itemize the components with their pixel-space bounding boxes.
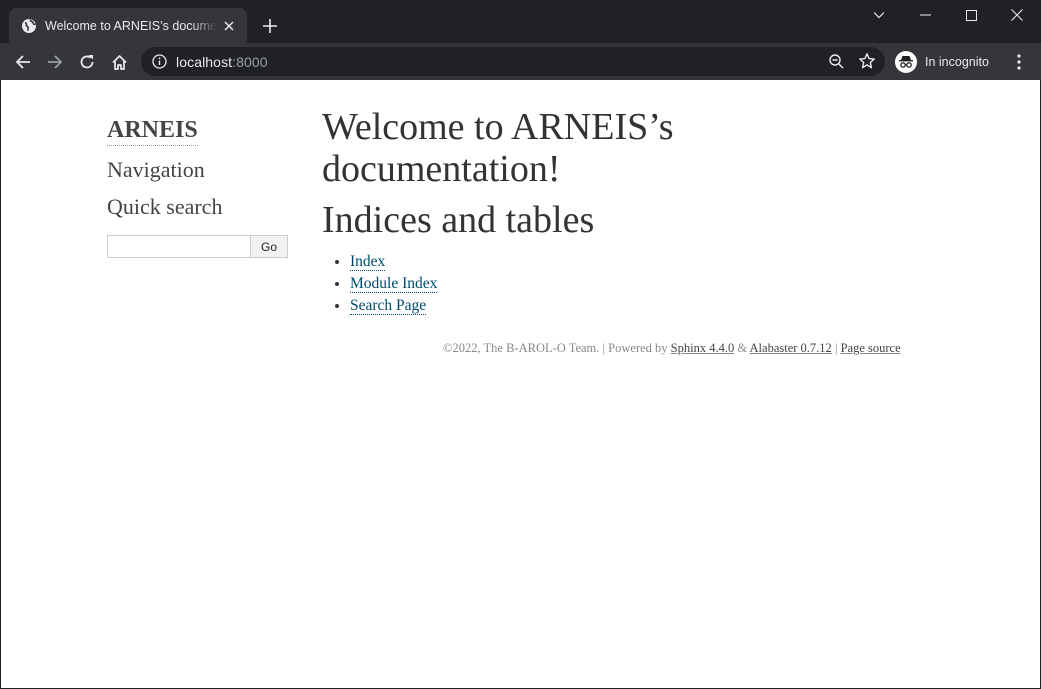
minimize-icon[interactable]: [902, 0, 948, 30]
index-link[interactable]: Index: [350, 253, 386, 271]
incognito-icon: [895, 50, 917, 73]
kebab-menu-icon[interactable]: [1008, 48, 1030, 76]
incognito-label: In incognito: [925, 54, 989, 69]
page-viewport: ARNEIS Navigation Quick search Go Welcom…: [1, 80, 1040, 688]
footer-ampersand: &: [734, 341, 750, 355]
index-links: Index Module Index Search Page: [350, 252, 438, 318]
zoom-icon[interactable]: [828, 53, 845, 70]
chevron-down-icon[interactable]: [856, 0, 902, 30]
footer-separator: |: [599, 341, 609, 355]
browser-toolbar: localhost:8000 In incognito: [0, 43, 1041, 80]
info-icon[interactable]: [151, 54, 167, 70]
section-title: Indices and tables: [322, 199, 595, 241]
url-host: localhost: [176, 53, 233, 70]
page-title: Welcome to ARNEIS’s documentation!: [322, 106, 674, 190]
maximize-icon[interactable]: [948, 0, 994, 30]
plus-icon[interactable]: [260, 16, 280, 36]
forward-arrow-icon[interactable]: [41, 48, 69, 76]
reload-icon[interactable]: [73, 48, 101, 76]
module-index-link[interactable]: Module Index: [350, 275, 438, 293]
url-text: localhost:8000: [176, 54, 268, 70]
star-icon[interactable]: [858, 52, 876, 70]
footer: ©2022, The B-AROL-O Team. | Powered by S…: [443, 341, 901, 356]
footer-powered-by: Powered by: [608, 341, 671, 355]
alabaster-link[interactable]: Alabaster 0.7.12: [750, 341, 832, 355]
tab-active[interactable]: Welcome to ARNEIS’s documentation: [9, 8, 247, 43]
list-item: Index: [350, 252, 437, 274]
tab-title: Welcome to ARNEIS’s documentation: [45, 18, 217, 33]
close-icon[interactable]: [221, 18, 237, 34]
sidebar-logo-link[interactable]: ARNEIS: [107, 115, 198, 146]
window-close-icon[interactable]: [994, 0, 1040, 30]
list-item: Search Page: [350, 296, 437, 318]
window-border-left: [0, 80, 1, 689]
quick-search-heading: Quick search: [107, 194, 223, 219]
search-input[interactable]: [107, 235, 251, 258]
url-port: :8000: [232, 53, 268, 70]
navigation-heading: Navigation: [107, 157, 205, 182]
tab-strip: Welcome to ARNEIS’s documentation: [0, 0, 1041, 43]
home-icon[interactable]: [105, 48, 133, 76]
sphinx-link[interactable]: Sphinx 4.4.0: [671, 341, 735, 355]
page-source-link[interactable]: Page source: [841, 341, 901, 355]
incognito-badge[interactable]: In incognito: [891, 47, 999, 76]
footer-separator: |: [831, 341, 841, 355]
back-arrow-icon[interactable]: [9, 48, 37, 76]
address-bar[interactable]: localhost:8000: [141, 47, 885, 76]
globe-icon: [21, 18, 37, 34]
go-button[interactable]: Go: [251, 235, 288, 258]
footer-copyright: ©2022, The B-AROL-O Team.: [443, 341, 600, 355]
list-item: Module Index: [350, 274, 438, 296]
search-page-link[interactable]: Search Page: [350, 297, 427, 315]
quick-search-form: Go: [107, 235, 288, 258]
